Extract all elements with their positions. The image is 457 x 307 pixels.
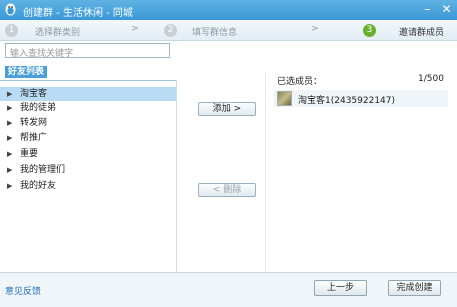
step-2-label: 填写群信息 xyxy=(192,28,238,38)
selected-member-row[interactable]: 淘宝客1(2435922147) xyxy=(274,90,448,107)
expand-arrow-icon: ▶ xyxy=(7,134,13,142)
finish-button[interactable]: 完成创建 xyxy=(388,280,441,296)
window-title: 创建群 - 生活休闲 - 同城 xyxy=(23,8,133,19)
step-1-number: 1 xyxy=(5,24,18,37)
prev-step-button[interactable]: 上一步 xyxy=(314,280,367,296)
close-button[interactable]: ✕ xyxy=(438,1,455,18)
wizard-steps: 1 选择群类别 > 2 填写群信息 > 3 邀请群成员 xyxy=(0,20,457,41)
expand-arrow-icon: ▶ xyxy=(7,166,13,174)
group-label: 我的好友 xyxy=(20,181,57,191)
minimize-icon: – xyxy=(424,2,431,16)
selected-count: 1/500 xyxy=(418,74,444,84)
tab-friend-list[interactable]: 好友列表 xyxy=(5,66,48,78)
selected-header: 已选成员： xyxy=(277,77,323,87)
step-3-number: 3 xyxy=(363,24,376,37)
step-3-label: 邀请群成员 xyxy=(399,28,445,38)
step-2-number: 2 xyxy=(164,24,177,37)
expand-arrow-icon: ▶ xyxy=(7,182,13,190)
friend-group-list: ▶ 淘宝客 ▶ 我的徒弟 ▶ 转发网 ▶ 帮推广 ▶ 重要 ▶ 我的管理们 ▶ … xyxy=(0,80,177,272)
group-label: 淘宝客 xyxy=(20,89,48,99)
step-arrow-1: > xyxy=(131,24,139,34)
list-item[interactable]: ▶ 转发网 xyxy=(0,116,176,130)
feedback-link[interactable]: 意见反馈 xyxy=(5,284,41,297)
search-input[interactable]: 输入查找关键字 xyxy=(5,43,170,59)
list-item[interactable]: ▶ 我的好友 xyxy=(0,179,176,193)
step-arrow-2: > xyxy=(311,24,319,34)
step-1-label: 选择群类别 xyxy=(35,28,81,38)
member-name: 淘宝客1(2435922147) xyxy=(298,96,396,106)
add-button[interactable]: 添加 > xyxy=(198,102,256,116)
list-item[interactable]: ▶ 我的徒弟 xyxy=(0,101,176,115)
list-item[interactable]: ▶ 帮推广 xyxy=(0,131,176,145)
avatar xyxy=(277,91,292,106)
list-item[interactable]: ▶ 我的管理们 xyxy=(0,163,176,177)
expand-arrow-icon: ▶ xyxy=(7,90,13,98)
expand-arrow-icon: ▶ xyxy=(7,104,13,112)
group-label: 转发网 xyxy=(20,118,48,128)
remove-button[interactable]: < 删除 xyxy=(198,183,256,197)
group-label: 我的徒弟 xyxy=(20,103,57,113)
title-bar: 创建群 - 生活休闲 - 同城 – ✕ xyxy=(0,0,457,20)
expand-arrow-icon: ▶ xyxy=(7,119,13,127)
close-icon: ✕ xyxy=(441,2,452,16)
list-item[interactable]: ▶ 淘宝客 xyxy=(0,87,176,101)
group-label: 我的管理们 xyxy=(20,165,66,175)
search-placeholder: 输入查找关键字 xyxy=(10,49,74,59)
minimize-button[interactable]: – xyxy=(419,1,436,18)
footer: 意见反馈 上一步 完成创建 xyxy=(0,272,457,307)
expand-arrow-icon: ▶ xyxy=(7,150,13,158)
list-item[interactable]: ▶ 重要 xyxy=(0,147,176,161)
qq-penguin-icon xyxy=(5,3,16,16)
group-label: 帮推广 xyxy=(20,133,48,143)
group-label: 重要 xyxy=(20,149,39,159)
